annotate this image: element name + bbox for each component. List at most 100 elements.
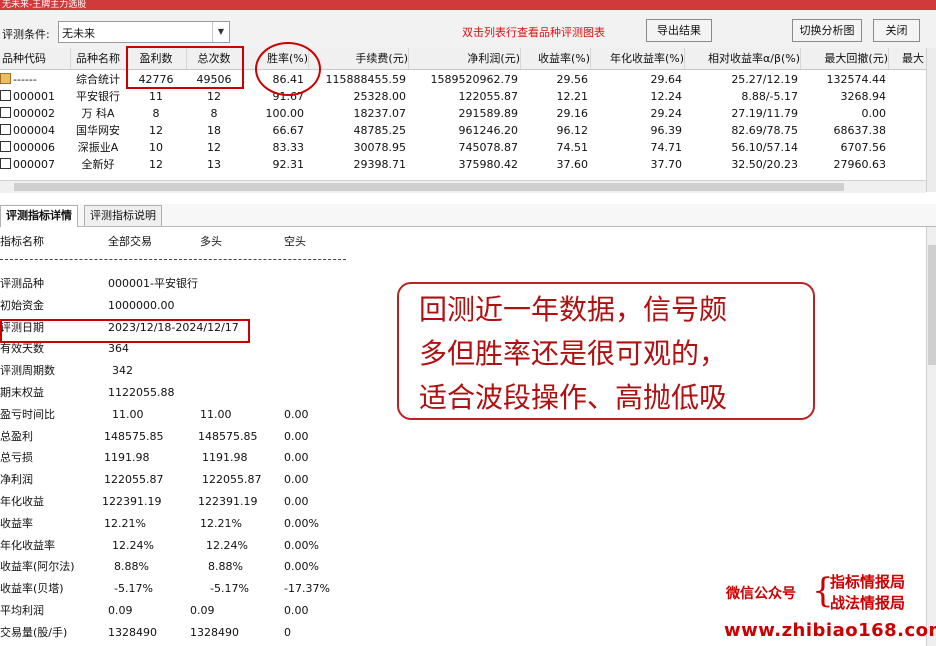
vertical-scrollbar-top[interactable]: [926, 48, 936, 192]
condition-select[interactable]: 无未来 ▼: [58, 21, 230, 43]
table-row[interactable]: 000002 万 科A 8 8 100.00 18237.07 291589.8…: [0, 105, 926, 122]
detail-metric-value: 11.00: [200, 407, 232, 421]
detail-metric-value: -5.17%: [114, 582, 153, 596]
checkbox-icon[interactable]: [0, 141, 11, 152]
detail-metric-value: 8.88%: [114, 560, 149, 574]
annual-return-cell: 29.64: [650, 73, 683, 86]
fee-cell: 25328.00: [353, 90, 407, 103]
detail-metric-value: 8.88%: [208, 560, 243, 574]
return-cell: 29.56: [556, 73, 589, 86]
detail-metric-value: 2023/12/18-2024/12/17: [108, 320, 239, 334]
column-header[interactable]: 品种代码: [0, 48, 71, 69]
total-count-cell: 13: [207, 158, 221, 171]
detail-metric-value: 1191.98: [104, 451, 150, 465]
detail-metric-value: 0.00%: [284, 560, 319, 574]
window-title: 无未来-王牌主力选股: [2, 0, 87, 10]
checkbox-icon[interactable]: [0, 124, 11, 135]
code-cell: 000007: [13, 158, 55, 171]
export-button[interactable]: 导出结果: [646, 19, 712, 42]
max-drawdown-cell: 27960.63: [833, 158, 887, 171]
code-cell: ------: [13, 73, 37, 86]
column-header[interactable]: 收益率(%): [520, 48, 591, 69]
detail-metric-value: 148575.85: [104, 429, 164, 443]
detail-header-metric: 指标名称: [0, 235, 44, 248]
detail-metric-name: 总盈利: [0, 429, 33, 443]
max-drawdown-cell: 6707.56: [840, 141, 887, 154]
checkbox-icon[interactable]: [0, 107, 11, 118]
relative-return-cell: 27.19/11.79: [731, 107, 798, 120]
column-header[interactable]: 净利润(元): [408, 48, 521, 69]
detail-metric-name: 盈亏时间比: [0, 407, 55, 421]
table-row[interactable]: 000004 国华网安 12 18 66.67 48785.25 961246.…: [0, 122, 926, 139]
return-cell: 12.21: [556, 90, 589, 103]
horizontal-scrollbar[interactable]: [0, 180, 926, 193]
detail-header-long: 多头: [200, 235, 222, 248]
window-title-bar: 无未来-王牌主力选股: [0, 0, 936, 10]
detail-metric-value: 12.24%: [206, 538, 248, 552]
annual-return-cell: 37.70: [650, 158, 683, 171]
detail-tabs: 评测指标详情 评测指标说明: [0, 204, 936, 227]
detail-metric-name: 评测周期数: [0, 364, 55, 378]
detail-metric-name: 净利润: [0, 473, 33, 487]
column-header[interactable]: 胜率(%): [242, 48, 309, 69]
code-cell: 000004: [13, 124, 55, 137]
column-header[interactable]: 年化收益率(%): [590, 48, 685, 69]
max-drawdown-cell: 68637.38: [833, 124, 887, 137]
callout-line: 多但胜率还是很可观的，: [419, 337, 728, 370]
net-profit-cell: 745078.87: [458, 141, 519, 154]
total-count-cell: 49506: [196, 73, 232, 86]
detail-header-short: 空头: [284, 235, 306, 248]
column-header[interactable]: 总次数: [186, 48, 243, 69]
net-profit-cell: 961246.20: [458, 124, 519, 137]
table-row[interactable]: ------ 综合统计 42776 49506 86.41 115888455.…: [0, 71, 926, 88]
win-count-cell: 42776: [138, 73, 174, 86]
detail-metric-value: 1328490: [108, 625, 157, 639]
detail-metric-value: 1000000.00: [108, 298, 175, 312]
win-rate-cell: 83.33: [272, 141, 305, 154]
callout-line: 回测近一年数据，信号颇: [419, 293, 728, 326]
column-header[interactable]: 最大回撤(元): [800, 48, 889, 69]
column-header[interactable]: 最大: [898, 48, 926, 69]
checkbox-icon[interactable]: [0, 90, 11, 101]
detail-metric-value: 12.21%: [104, 516, 146, 530]
fee-cell: 18237.07: [353, 107, 407, 120]
detail-metric-value: 0.00%: [284, 538, 319, 552]
switch-chart-button[interactable]: 切换分析图: [792, 19, 862, 42]
checkbox-icon[interactable]: [0, 158, 11, 169]
detail-metric-name: 初始资金: [0, 298, 44, 312]
fee-cell: 115888455.59: [325, 73, 406, 86]
table-row[interactable]: 000001 平安银行 11 12 91.67 25328.00 122055.…: [0, 88, 926, 105]
close-button[interactable]: 关闭: [873, 19, 920, 42]
detail-header-all: 全部交易: [108, 235, 152, 248]
tab-metric-help[interactable]: 评测指标说明: [84, 205, 162, 226]
vertical-scrollbar-bottom[interactable]: [926, 227, 936, 646]
name-cell: 国华网安: [76, 124, 120, 137]
column-header[interactable]: 相对收益率α/β(%): [684, 48, 801, 69]
total-count-cell: 12: [207, 141, 221, 154]
max-drawdown-cell: 132574.44: [826, 73, 887, 86]
table-row[interactable]: 000006 深振业A 10 12 83.33 30078.95 745078.…: [0, 139, 926, 156]
total-count-cell: 18: [207, 124, 221, 137]
total-count-cell: 8: [210, 107, 218, 120]
hint-text: 双击列表行查看品种评测图表: [462, 26, 605, 39]
detail-metric-name: 交易量(股/手): [0, 625, 68, 639]
relative-return-cell: 82.69/78.75: [731, 124, 798, 137]
column-header[interactable]: 手续费(元): [308, 48, 409, 69]
scrollbar-thumb[interactable]: [928, 245, 936, 365]
column-header[interactable]: 盈利数: [126, 48, 187, 69]
name-cell: 综合统计: [76, 73, 120, 86]
chevron-down-icon[interactable]: ▼: [212, 22, 229, 42]
tab-metric-details[interactable]: 评测指标详情: [0, 205, 78, 227]
win-rate-cell: 92.31: [272, 158, 305, 171]
column-header[interactable]: 品种名称: [70, 48, 127, 69]
annual-return-cell: 74.71: [650, 141, 683, 154]
win-rate-cell: 100.00: [265, 107, 305, 120]
detail-metric-value: 0: [284, 625, 291, 639]
scrollbar-thumb[interactable]: [14, 183, 844, 191]
detail-metric-name: 收益率(阿尔法): [0, 560, 75, 574]
detail-metric-name: 收益率: [0, 516, 33, 530]
detail-metric-value: 1122055.88: [108, 386, 175, 399]
detail-metric-value: 11.00: [112, 407, 144, 421]
table-row[interactable]: 000007 全新好 12 13 92.31 29398.71 375980.4…: [0, 156, 926, 173]
detail-metric-value: 0.00: [284, 473, 309, 487]
